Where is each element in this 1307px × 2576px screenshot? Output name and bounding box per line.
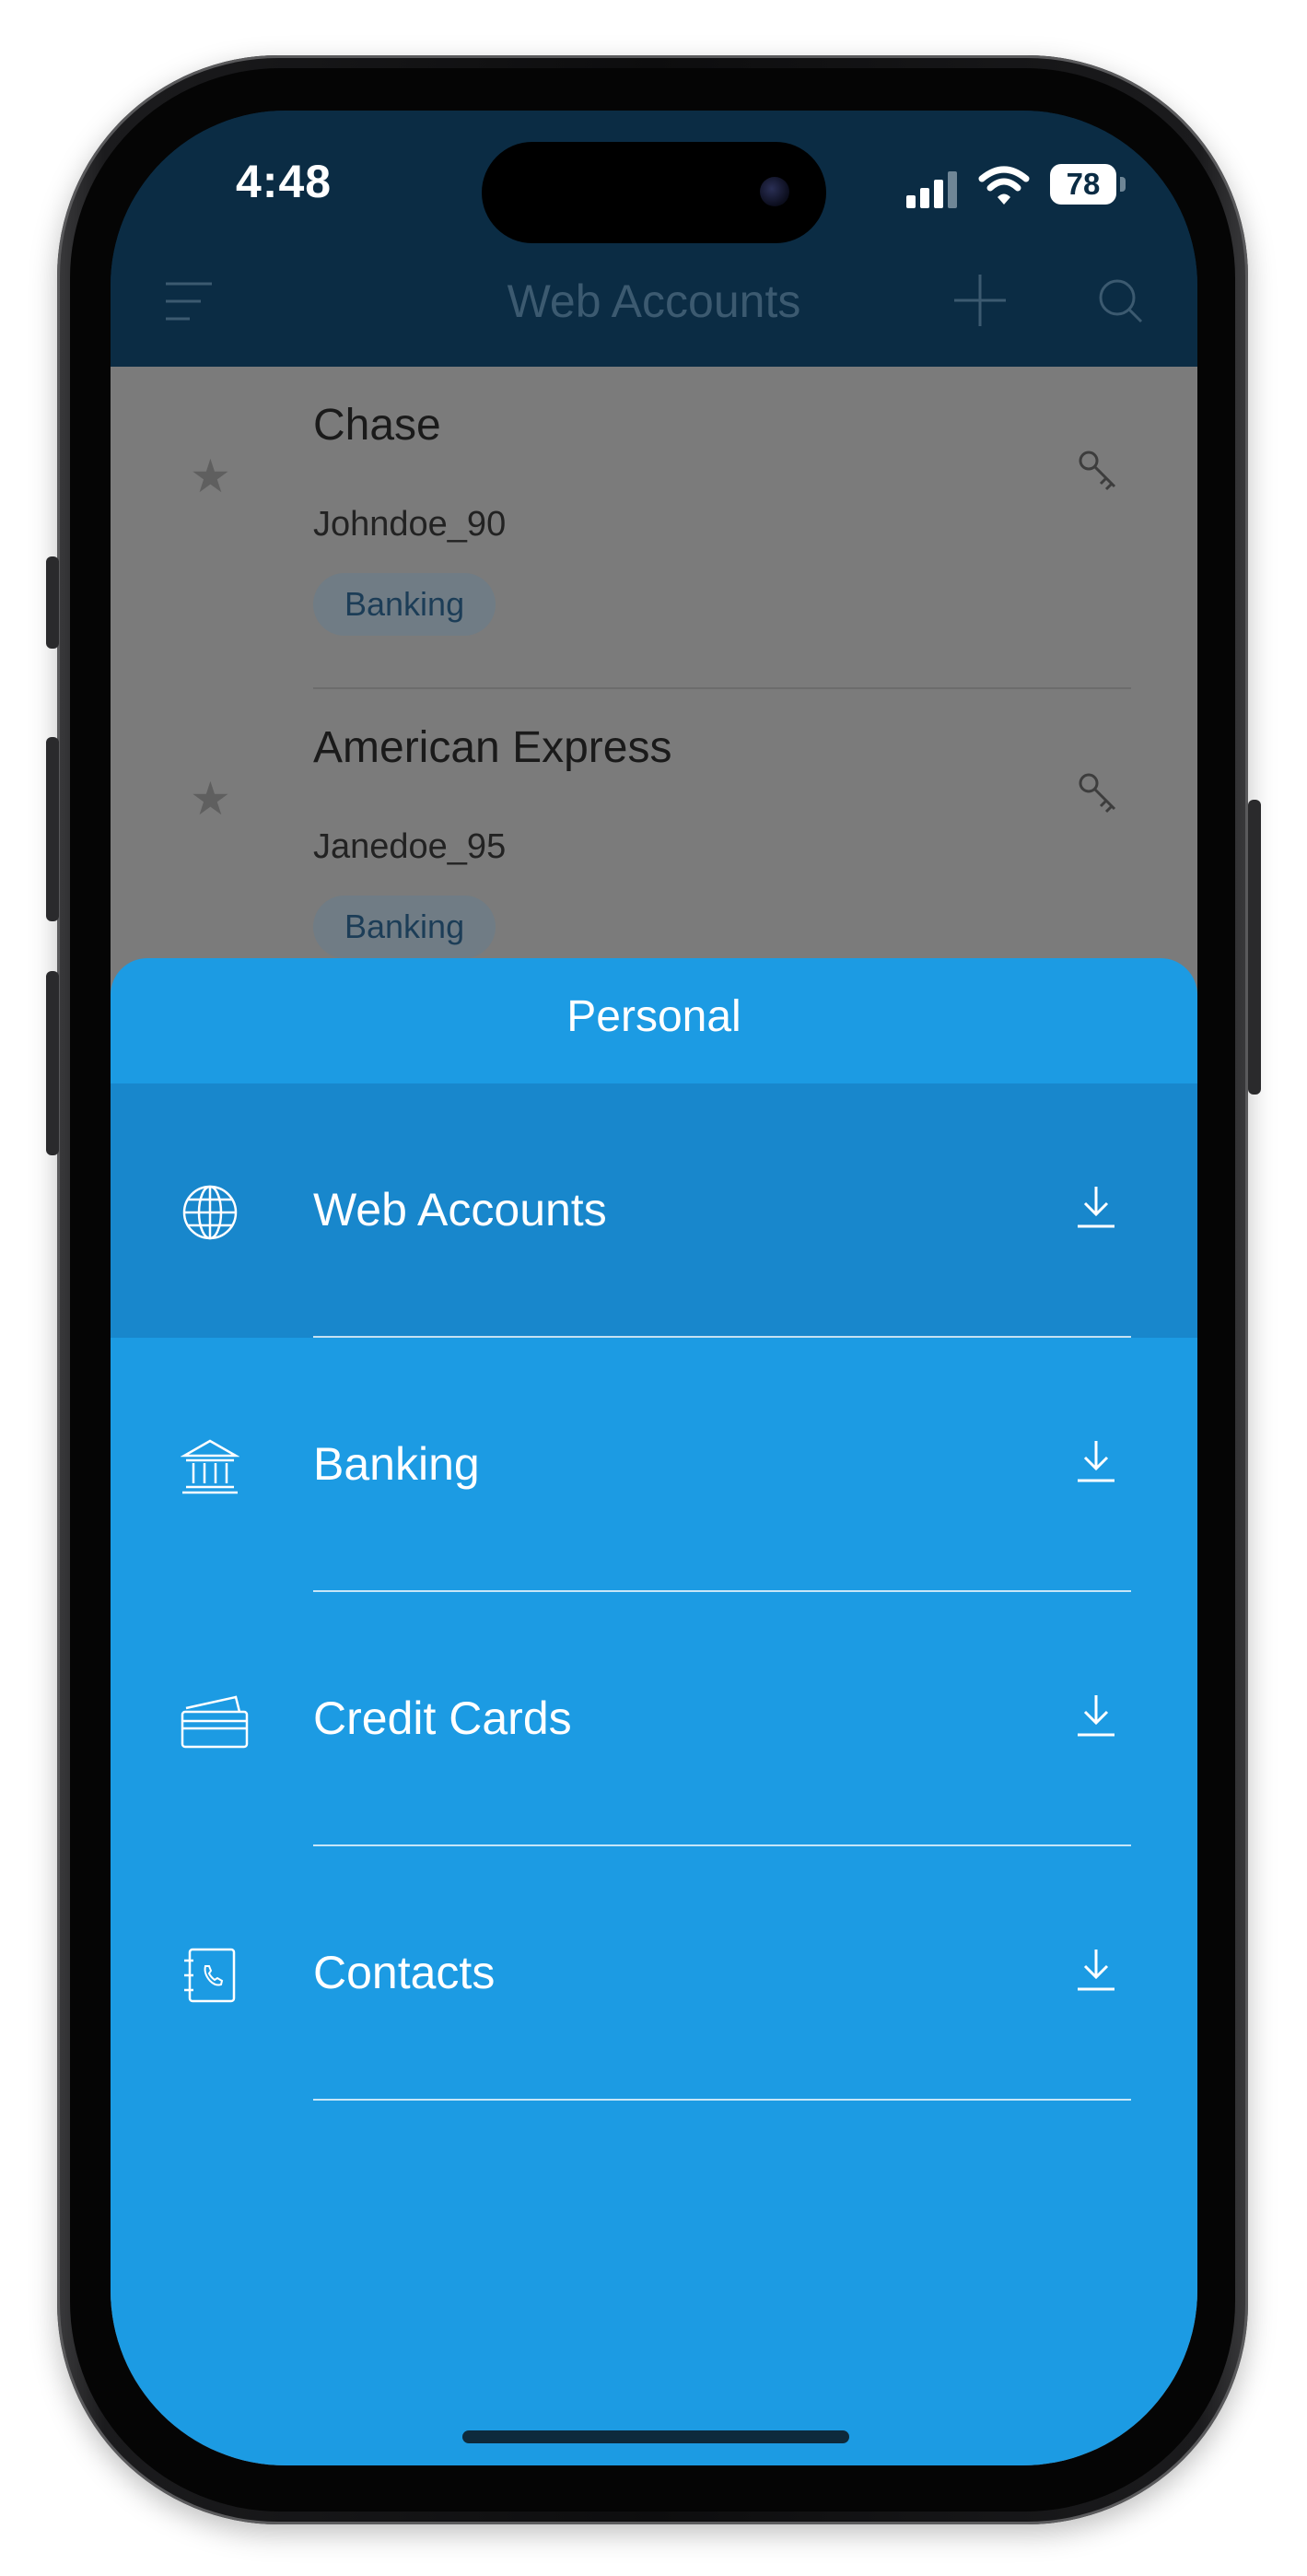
camera-icon <box>760 177 789 206</box>
download-icon[interactable] <box>1076 1439 1116 1483</box>
sheet-item-label: Contacts <box>313 1947 496 1998</box>
star-icon[interactable]: ★ <box>190 772 231 825</box>
sheet-item-banking[interactable]: Banking <box>111 1338 1197 1592</box>
download-icon[interactable] <box>1076 1185 1116 1229</box>
account-name: Chase <box>313 401 441 450</box>
action-button <box>46 556 59 649</box>
account-name: American Express <box>313 723 672 772</box>
power-button <box>1248 800 1261 1095</box>
signal-icon <box>906 171 957 208</box>
sheet-item-label: Web Accounts <box>313 1184 607 1235</box>
search-icon[interactable] <box>1098 278 1144 324</box>
download-icon[interactable] <box>1076 1693 1116 1738</box>
bank-icon <box>181 1439 239 1494</box>
globe-icon <box>182 1185 238 1240</box>
sheet-item-credit-cards[interactable]: Credit Cards <box>111 1592 1197 1846</box>
home-indicator[interactable] <box>462 2430 849 2443</box>
sheet-item-web-accounts[interactable]: Web Accounts <box>111 1083 1197 1338</box>
contacts-book-icon <box>184 1948 236 2003</box>
sheet-title: Personal <box>566 992 741 1041</box>
star-icon[interactable]: ★ <box>190 450 231 503</box>
volume-down-button <box>46 971 59 1155</box>
dynamic-island <box>482 142 826 243</box>
account-row[interactable]: ★ Chase Johndoe_90 Banking <box>111 367 1197 689</box>
top-bar: 4:48 78 Web Accounts <box>111 111 1197 367</box>
key-icon[interactable] <box>1078 772 1118 816</box>
battery-tip-icon <box>1120 177 1126 192</box>
volume-up-button <box>46 737 59 921</box>
plus-icon[interactable] <box>952 273 1008 328</box>
account-tag: Banking <box>313 573 496 636</box>
screen: 4:48 78 Web Accounts ★ Chase Johndoe_90 … <box>111 111 1197 2465</box>
sheet-item-label: Credit Cards <box>313 1692 572 1744</box>
battery-level: 78 <box>1050 164 1116 205</box>
credit-card-icon <box>181 1695 249 1749</box>
wifi-icon <box>978 166 1030 205</box>
key-icon[interactable] <box>1078 450 1118 494</box>
category-sheet: Personal Web Accounts Banking Credit Car… <box>111 958 1197 2465</box>
account-tag: Banking <box>313 896 496 958</box>
sheet-divider <box>313 2099 1131 2101</box>
download-icon[interactable] <box>1076 1948 1116 1992</box>
sheet-item-contacts[interactable]: Contacts <box>111 1846 1197 2101</box>
account-username: Johndoe_90 <box>313 505 507 544</box>
account-username: Janedoe_95 <box>313 827 507 866</box>
page-title: Web Accounts <box>507 275 801 327</box>
status-time: 4:48 <box>236 156 333 207</box>
sheet-item-label: Banking <box>313 1438 480 1490</box>
